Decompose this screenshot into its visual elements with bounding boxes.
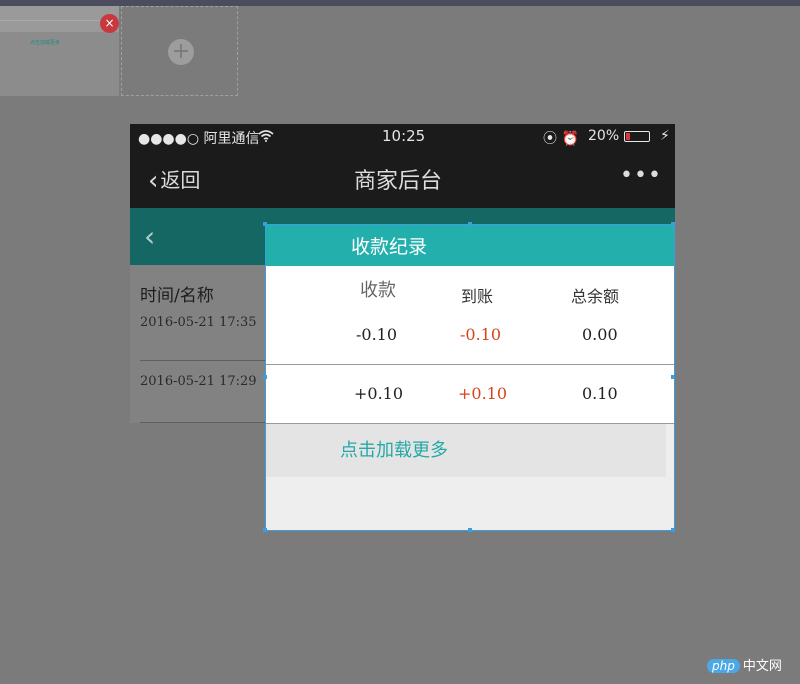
bolt-icon: ⚡	[660, 128, 670, 144]
resize-handle[interactable]	[263, 375, 267, 379]
back-button[interactable]: ‹ 返回	[148, 164, 201, 196]
resize-handle[interactable]	[468, 222, 472, 226]
cell-balance: 0.00	[582, 325, 618, 344]
resize-handle[interactable]	[671, 222, 675, 226]
resize-handle[interactable]	[468, 528, 472, 532]
watermark-text: 中文网	[742, 659, 782, 674]
watermark-badge: php	[707, 659, 740, 673]
status-bar: ●●●●○ 阿里通信 10:25 ⦿ ⏰ 20% ⚡	[130, 124, 675, 150]
carrier-label: ●●●●○ 阿里通信	[138, 131, 260, 147]
clock: 10:25	[382, 127, 426, 145]
close-icon[interactable]: ×	[100, 14, 119, 33]
payment-records-dialog: 收款纪录 收款 到账 总余额 -0.10 -0.10 0.00 +0.10 +0…	[263, 222, 675, 532]
cell-credited: +0.10	[458, 384, 508, 403]
load-more-band	[266, 424, 666, 477]
resize-handle[interactable]	[263, 222, 267, 226]
wifi-icon	[258, 130, 274, 142]
plus-icon: +	[168, 39, 194, 65]
thumbnail-load-more: 点击加载更多	[30, 40, 61, 46]
cell-received: +0.10	[354, 384, 404, 403]
dialog-header: 收款纪录	[266, 225, 674, 266]
nav-bar: ‹ 返回 商家后台 •••	[130, 150, 675, 208]
load-more-link[interactable]: 点击加载更多	[340, 436, 448, 462]
chevron-left-icon[interactable]: ‹	[144, 220, 155, 253]
table-row-divider	[266, 364, 674, 365]
records-table: 收款 到账 总余额 -0.10 -0.10 0.00 +0.10 +0.10 0…	[266, 266, 674, 424]
list-item-time: 2016-05-21 17:35	[140, 315, 257, 330]
column-header-credited: 到账	[461, 287, 494, 306]
status-icons: ⦿ ⏰	[543, 131, 579, 147]
chevron-left-icon: ‹	[148, 166, 159, 196]
cell-credited: -0.10	[460, 325, 502, 344]
site-watermark: php 中文网	[707, 655, 782, 674]
resize-handle[interactable]	[263, 528, 267, 532]
battery-fill	[626, 133, 630, 140]
resize-handle[interactable]	[671, 528, 675, 532]
more-button[interactable]: •••	[620, 163, 662, 188]
battery-icon	[624, 131, 650, 142]
resize-handle[interactable]	[671, 375, 675, 379]
back-label: 返回	[160, 168, 201, 192]
column-header-balance: 总余额	[571, 287, 620, 306]
page-title: 商家后台	[354, 169, 443, 194]
add-thumbnail-button[interactable]: +	[121, 6, 238, 96]
dialog-title: 收款纪录	[351, 236, 428, 258]
cell-balance: 0.10	[582, 384, 618, 403]
page-thumbnail[interactable]: 点击加载更多 ×	[0, 6, 119, 96]
cell-received: -0.10	[356, 325, 398, 344]
column-header-received: 收款	[360, 280, 396, 301]
list-item-time: 2016-05-21 17:29	[140, 374, 257, 389]
window-top-strip	[0, 0, 800, 6]
battery-percent: 20%	[588, 128, 620, 144]
list-header: 时间/名称	[140, 286, 214, 306]
